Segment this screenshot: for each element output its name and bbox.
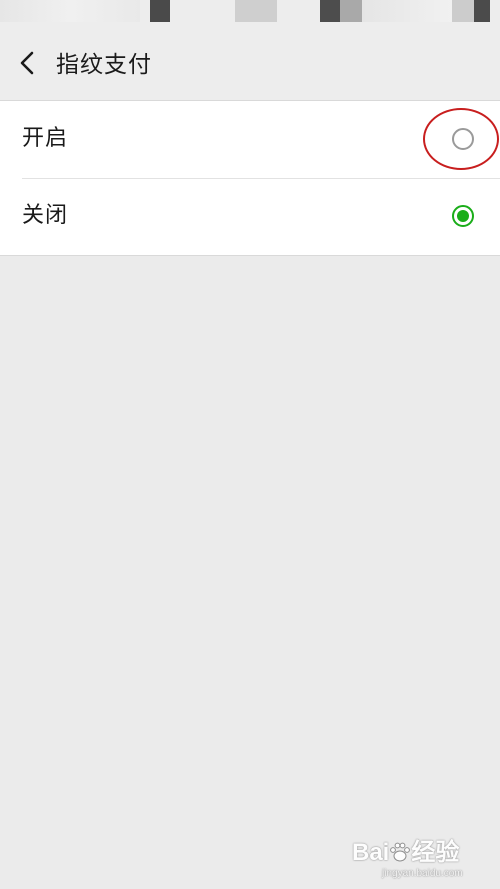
watermark-url: jingyan.baidu.com <box>382 868 463 879</box>
screen: 指纹支付 开启 关闭 Bai 经验 jingyan.baidu.com <box>0 0 500 889</box>
option-enable[interactable]: 开启 <box>0 101 500 178</box>
radio-selected-icon[interactable] <box>452 205 474 227</box>
option-disable[interactable]: 关闭 <box>0 178 500 255</box>
status-bar-blur <box>362 0 452 22</box>
watermark-logo-left: Bai <box>352 839 390 866</box>
radio-unselected-icon[interactable] <box>452 128 474 150</box>
page-title: 指纹支付 <box>56 52 152 78</box>
status-bar-blur <box>340 0 362 22</box>
watermark-logo: Bai 经验 <box>352 838 459 868</box>
status-bar <box>0 0 500 22</box>
status-bar-blur <box>150 0 170 22</box>
status-bar-blur <box>320 0 340 22</box>
back-button[interactable] <box>10 46 44 80</box>
navigation-bar: 指纹支付 <box>0 22 500 101</box>
watermark-logo-right: 经验 <box>411 839 460 866</box>
chevron-left-icon <box>20 51 34 75</box>
radio-dot <box>457 210 469 222</box>
paw-icon <box>390 842 411 862</box>
status-bar-blur <box>0 0 140 22</box>
status-bar-blur <box>235 0 277 22</box>
option-label: 关闭 <box>22 203 69 228</box>
status-bar-blur <box>452 0 474 22</box>
watermark: Bai 经验 jingyan.baidu.com <box>352 838 492 886</box>
option-label: 开启 <box>22 126 69 151</box>
status-bar-blur <box>474 0 490 22</box>
options-list: 开启 关闭 <box>0 101 500 256</box>
